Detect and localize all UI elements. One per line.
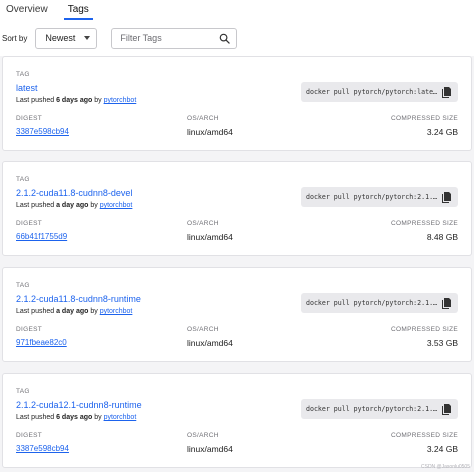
pushed-prefix: Last pushed	[16, 202, 57, 209]
last-pushed-text: Last pushed a day ago by pytorchbot	[16, 308, 132, 315]
filter-tags-box	[111, 27, 238, 49]
pushed-prefix: Last pushed	[16, 97, 57, 104]
pull-command-text: docker pull pytorch/pytorch:2.1.…	[306, 193, 438, 201]
copy-icon[interactable]	[441, 403, 453, 415]
tag-name-link[interactable]: 2.1.2-cuda11.8-cudnn8-runtime	[16, 294, 141, 304]
pushed-prefix: Last pushed	[16, 308, 57, 315]
tab-bar: Overview Tags	[0, 0, 474, 20]
tag-card: TAG 2.1.2-cuda11.8-cudnn8-runtime Last p…	[2, 267, 472, 362]
os-arch-header: OS/ARCH	[187, 115, 219, 122]
compressed-size-value: 8.48 GB	[426, 232, 458, 242]
sort-label: Sort by	[2, 33, 28, 43]
tags-toolbar: Sort by Newest	[0, 20, 474, 56]
pull-command-text: docker pull pytorch/pytorch:2.1.…	[306, 405, 438, 413]
tag-caption: TAG	[16, 282, 30, 289]
pusher-user-link[interactable]: pytorchbot	[104, 97, 137, 104]
tag-name-link[interactable]: latest	[16, 83, 38, 93]
digest-link[interactable]: 66b41f1755d9	[16, 232, 67, 241]
pushed-by: by	[88, 308, 100, 315]
copy-icon[interactable]	[441, 297, 453, 309]
pushed-by: by	[92, 97, 104, 104]
tag-card: TAG 2.1.2-cuda11.8-cudnn8-devel Last pus…	[2, 161, 472, 256]
pusher-user-link[interactable]: pytorchbot	[100, 308, 133, 315]
pushed-age: 6 days ago	[56, 414, 93, 421]
digest-link[interactable]: 971fbeae82c0	[16, 338, 67, 347]
os-arch-value: linux/amd64	[187, 232, 233, 242]
os-arch-header: OS/ARCH	[187, 326, 219, 333]
docker-pull-command: docker pull pytorch/pytorch:2.1.…	[301, 187, 458, 207]
os-arch-value: linux/amd64	[187, 444, 233, 454]
pushed-age: a day ago	[56, 308, 89, 315]
filter-tags-input[interactable]	[120, 33, 211, 43]
tag-name-link[interactable]: 2.1.2-cuda11.8-cudnn8-devel	[16, 188, 132, 198]
tag-caption: TAG	[16, 71, 30, 78]
compressed-size-value: 3.24 GB	[426, 444, 458, 454]
last-pushed-text: Last pushed 6 days ago by pytorchbot	[16, 414, 136, 421]
compressed-size-header: COMPRESSED SIZE	[391, 432, 458, 439]
pull-command-text: docker pull pytorch/pytorch:2.1.…	[306, 299, 438, 307]
os-arch-header: OS/ARCH	[187, 220, 219, 227]
last-pushed-text: Last pushed 6 days ago by pytorchbot	[16, 97, 136, 104]
compressed-size-header: COMPRESSED SIZE	[391, 326, 458, 333]
tag-caption: TAG	[16, 388, 30, 395]
tag-name-link[interactable]: 2.1.2-cuda12.1-cudnn8-runtime	[16, 400, 142, 410]
digest-link[interactable]: 3387e598cb94	[16, 127, 69, 136]
tab-overview[interactable]: Overview	[6, 4, 48, 20]
last-pushed-text: Last pushed a day ago by pytorchbot	[16, 202, 132, 209]
copy-icon[interactable]	[441, 191, 453, 203]
tag-card: TAG latest Last pushed 6 days ago by pyt…	[2, 56, 472, 151]
digest-header: DIGEST	[16, 432, 42, 439]
tab-tags[interactable]: Tags	[63, 4, 93, 20]
pushed-prefix: Last pushed	[16, 414, 57, 421]
os-arch-value: linux/amd64	[187, 127, 233, 137]
chevron-down-icon	[84, 36, 91, 40]
pusher-user-link[interactable]: pytorchbot	[104, 414, 137, 421]
compressed-size-header: COMPRESSED SIZE	[391, 220, 458, 227]
digest-link[interactable]: 3387e598cb94	[16, 444, 69, 453]
pushed-by: by	[88, 202, 100, 209]
sort-value: Newest	[45, 33, 76, 43]
pusher-user-link[interactable]: pytorchbot	[100, 202, 133, 209]
pushed-by: by	[92, 414, 104, 421]
compressed-size-value: 3.24 GB	[426, 127, 458, 137]
digest-header: DIGEST	[16, 326, 42, 333]
os-arch-header: OS/ARCH	[187, 432, 219, 439]
os-arch-value: linux/amd64	[187, 338, 233, 348]
docker-pull-command: docker pull pytorch/pytorch:late…	[301, 82, 458, 102]
compressed-size-header: COMPRESSED SIZE	[391, 115, 458, 122]
watermark-text: CSDN @Jasonlu0505	[421, 464, 470, 470]
docker-pull-command: docker pull pytorch/pytorch:2.1.…	[301, 399, 458, 419]
tag-caption: TAG	[16, 176, 30, 183]
sort-dropdown[interactable]: Newest	[35, 27, 98, 49]
copy-icon[interactable]	[441, 86, 453, 98]
docker-pull-command: docker pull pytorch/pytorch:2.1.…	[301, 293, 458, 313]
pushed-age: a day ago	[56, 202, 89, 209]
digest-header: DIGEST	[16, 115, 42, 122]
tag-card: TAG 2.1.2-cuda12.1-cudnn8-runtime Last p…	[2, 373, 472, 468]
pull-command-text: docker pull pytorch/pytorch:late…	[306, 88, 438, 96]
pushed-age: 6 days ago	[56, 97, 93, 104]
search-icon[interactable]	[219, 33, 231, 44]
compressed-size-value: 3.53 GB	[426, 338, 458, 348]
digest-header: DIGEST	[16, 220, 42, 227]
